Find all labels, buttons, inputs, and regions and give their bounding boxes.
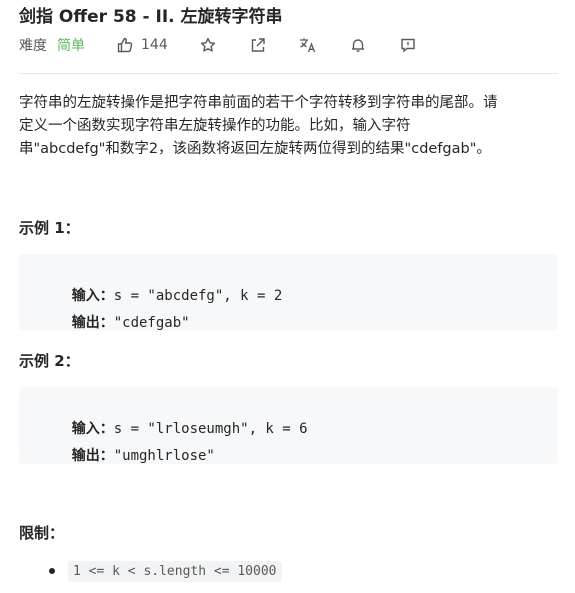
bell-icon [351,39,364,52]
divider [19,73,558,74]
example-2-heading: 示例 2： [19,352,80,370]
like-count: 144 [141,37,168,53]
difficulty-label: 难度 [19,38,47,54]
limits-heading: 限制： [19,524,65,542]
translate-button[interactable] [298,35,318,55]
subscribe-button[interactable] [348,35,368,55]
limit-constraint: 1 <= k < s.length <= 10000 [68,561,282,582]
star-icon [200,37,215,52]
favorite-button[interactable] [198,35,218,55]
description-line: 字符串的左旋转操作是把字符串前面的若干个字符转移到字符串的尾部。请 [19,95,498,111]
output-label: 输出： [71,315,114,331]
description-line: 定义一个函数实现字符串左旋转操作的功能。比如，输入字符 [19,118,411,134]
feedback-button[interactable] [398,35,418,55]
example-1-heading: 示例 1： [19,219,80,237]
problem-meta-bar: 难度 简单 144 [19,34,448,56]
example-2-code-block: 输入：s = "lrloseumgh", k = 6 输出："umghlrlos… [19,387,558,464]
share-icon [251,38,265,52]
output-value: "cdefgab" [113,315,190,331]
share-button[interactable] [248,35,268,55]
feedback-icon [401,38,415,53]
example-1-code-block: 输入：s = "abcdefg", k = 2 输出："cdefgab" [19,254,558,331]
description-line: 串"abcdefg"和数字2，该函数将返回左旋转两位得到的结果"cdefgab"… [19,141,491,157]
problem-title: 剑指 Offer 58 - II. 左旋转字符串 [19,7,283,27]
translate-icon [299,38,315,53]
like-button[interactable]: 144 [117,37,168,53]
problem-description: 字符串的左旋转操作是把字符串前面的若干个字符转移到字符串的尾部。请 定义一个函数… [19,92,561,161]
thumbs-up-icon [117,37,133,53]
output-value: "umghlrlose" [113,448,215,464]
output-label: 输出： [71,448,114,464]
list-bullet [49,568,55,574]
difficulty-value: 简单 [57,38,85,54]
